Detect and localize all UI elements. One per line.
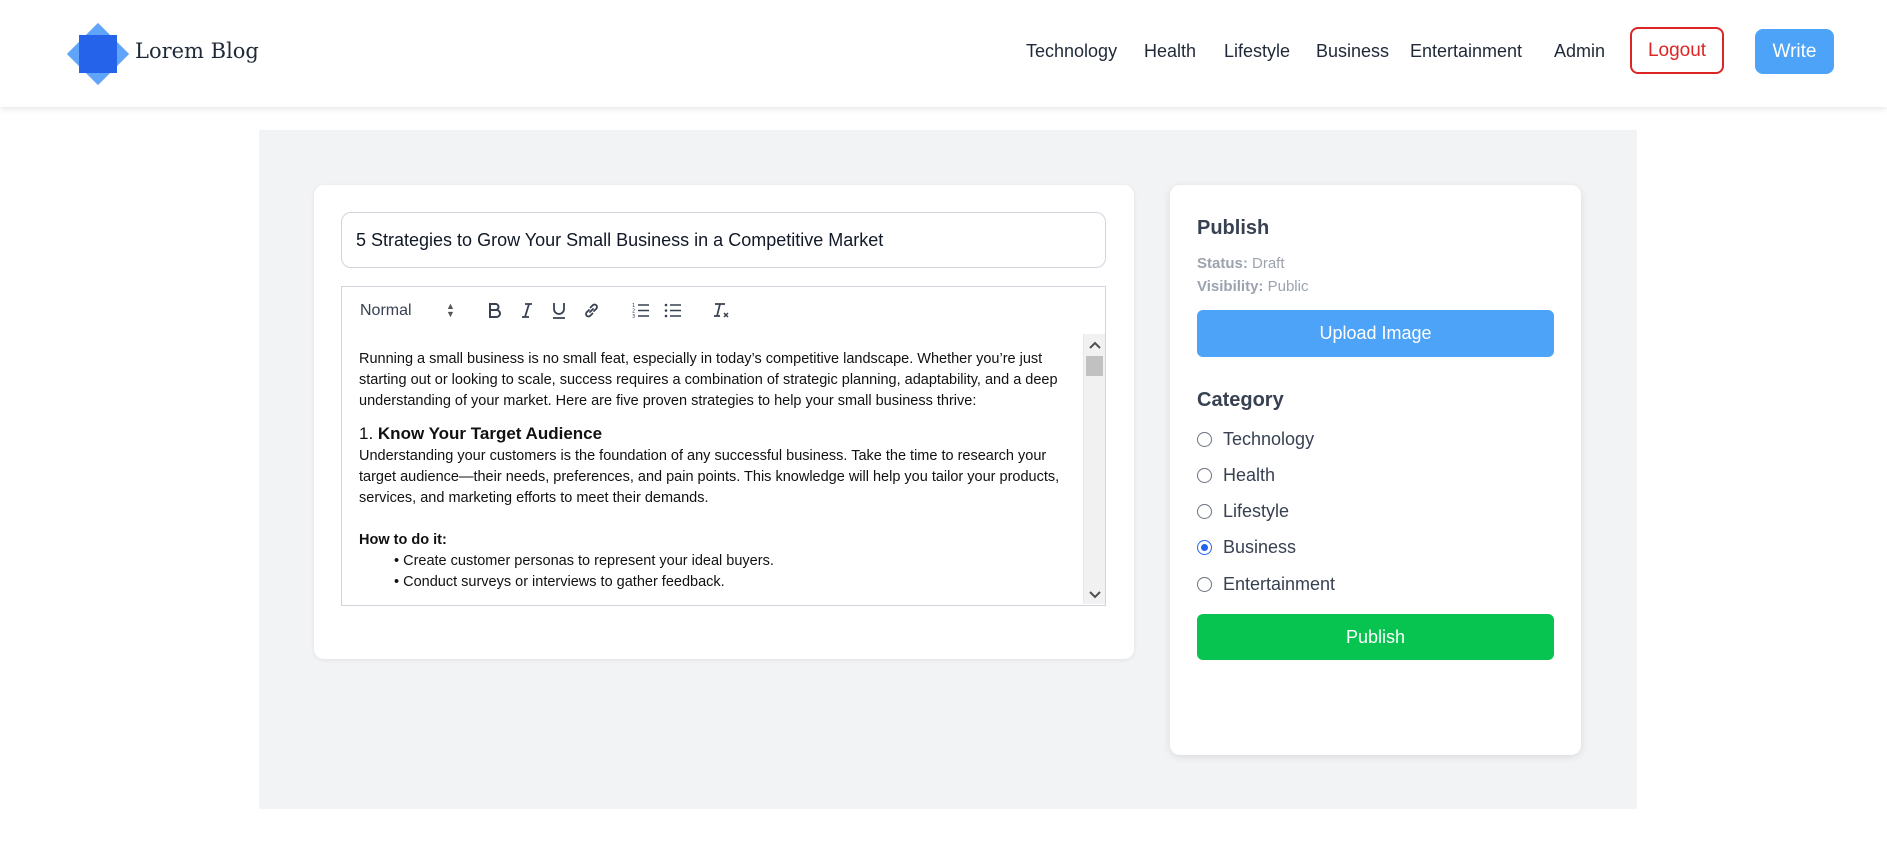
status-label: Status:	[1197, 255, 1248, 272]
bullet-item: • Create customer personas to represent …	[394, 553, 774, 569]
editor-toolbar: Normal ▲ ▼ 123	[341, 286, 1106, 335]
status-value: Draft	[1252, 255, 1285, 272]
format-select[interactable]: Normal ▲ ▼	[360, 287, 460, 334]
logo-icon[interactable]	[66, 22, 130, 86]
nav-entertainment[interactable]: Entertainment	[1410, 41, 1522, 62]
editor-text[interactable]: Running a small business is no small fea…	[359, 349, 1071, 593]
top-header: Lorem Blog Technology Health Lifestyle B…	[0, 0, 1887, 107]
format-select-value: Normal	[360, 301, 412, 319]
link-icon[interactable]	[577, 287, 605, 334]
logout-button[interactable]: Logout	[1630, 27, 1724, 74]
category-option-lifestyle[interactable]: Lifestyle	[1197, 501, 1289, 522]
heading-text: Know Your Target Audience	[377, 424, 603, 443]
category-label: Health	[1223, 465, 1276, 485]
scroll-thumb[interactable]	[1086, 356, 1103, 376]
nav-health[interactable]: Health	[1144, 41, 1196, 62]
italic-icon[interactable]	[513, 287, 541, 334]
publish-button[interactable]: Publish	[1197, 614, 1554, 660]
status-line: Status: Draft	[1197, 255, 1285, 272]
visibility-label: Visibility:	[1197, 278, 1264, 295]
editor-scrollbar[interactable]	[1083, 334, 1105, 604]
category-label: Business	[1223, 537, 1297, 557]
heading-number: 1.	[359, 424, 378, 443]
radio-icon[interactable]	[1197, 432, 1212, 447]
post-title-input[interactable]	[341, 212, 1106, 268]
radio-icon[interactable]	[1197, 468, 1212, 483]
nav-technology[interactable]: Technology	[1026, 41, 1117, 62]
category-label: Lifestyle	[1223, 501, 1290, 521]
category-label: Technology	[1223, 429, 1315, 449]
category-heading: Category	[1197, 389, 1284, 411]
editor-content-area[interactable]: Running a small business is no small fea…	[341, 334, 1106, 606]
upload-image-button[interactable]: Upload Image	[1197, 310, 1554, 357]
publish-heading: Publish	[1197, 217, 1270, 239]
radio-icon[interactable]	[1197, 577, 1212, 592]
brand-name[interactable]: Lorem Blog	[135, 39, 259, 63]
select-arrows-icon: ▲ ▼	[446, 301, 455, 319]
ordered-list-icon[interactable]: 123	[627, 287, 655, 334]
radio-checked-icon[interactable]	[1197, 540, 1212, 555]
section-paragraph: Understanding your customers is the foun…	[359, 448, 1060, 506]
logo-square	[79, 35, 117, 73]
bullet-list-icon[interactable]	[659, 287, 687, 334]
radio-icon[interactable]	[1197, 504, 1212, 519]
bold-icon[interactable]	[481, 287, 509, 334]
section-heading: 1. Know Your Target Audience	[359, 422, 1071, 446]
underline-icon[interactable]	[545, 287, 573, 334]
nav-lifestyle[interactable]: Lifestyle	[1224, 41, 1290, 62]
visibility-line: Visibility: Public	[1197, 278, 1308, 295]
nav-business[interactable]: Business	[1316, 41, 1389, 62]
nav-admin[interactable]: Admin	[1554, 41, 1605, 62]
bullet-item: • Conduct surveys or interviews to gathe…	[394, 574, 725, 590]
write-button[interactable]: Write	[1755, 29, 1834, 74]
category-option-health[interactable]: Health	[1197, 465, 1275, 486]
scroll-up-icon[interactable]	[1089, 340, 1101, 350]
clear-format-icon[interactable]	[707, 287, 735, 334]
how-to-label: How to do it:	[359, 530, 1071, 551]
category-option-business[interactable]: Business	[1197, 537, 1296, 558]
visibility-value: Public	[1267, 278, 1309, 295]
scroll-down-icon[interactable]	[1089, 590, 1101, 600]
category-option-technology[interactable]: Technology	[1197, 429, 1314, 450]
category-option-entertainment[interactable]: Entertainment	[1197, 574, 1335, 595]
intro-paragraph: Running a small business is no small fea…	[359, 351, 1058, 409]
category-label: Entertainment	[1223, 574, 1336, 594]
how-to-label-text: How to do it:	[359, 532, 447, 548]
svg-text:3: 3	[632, 314, 635, 318]
